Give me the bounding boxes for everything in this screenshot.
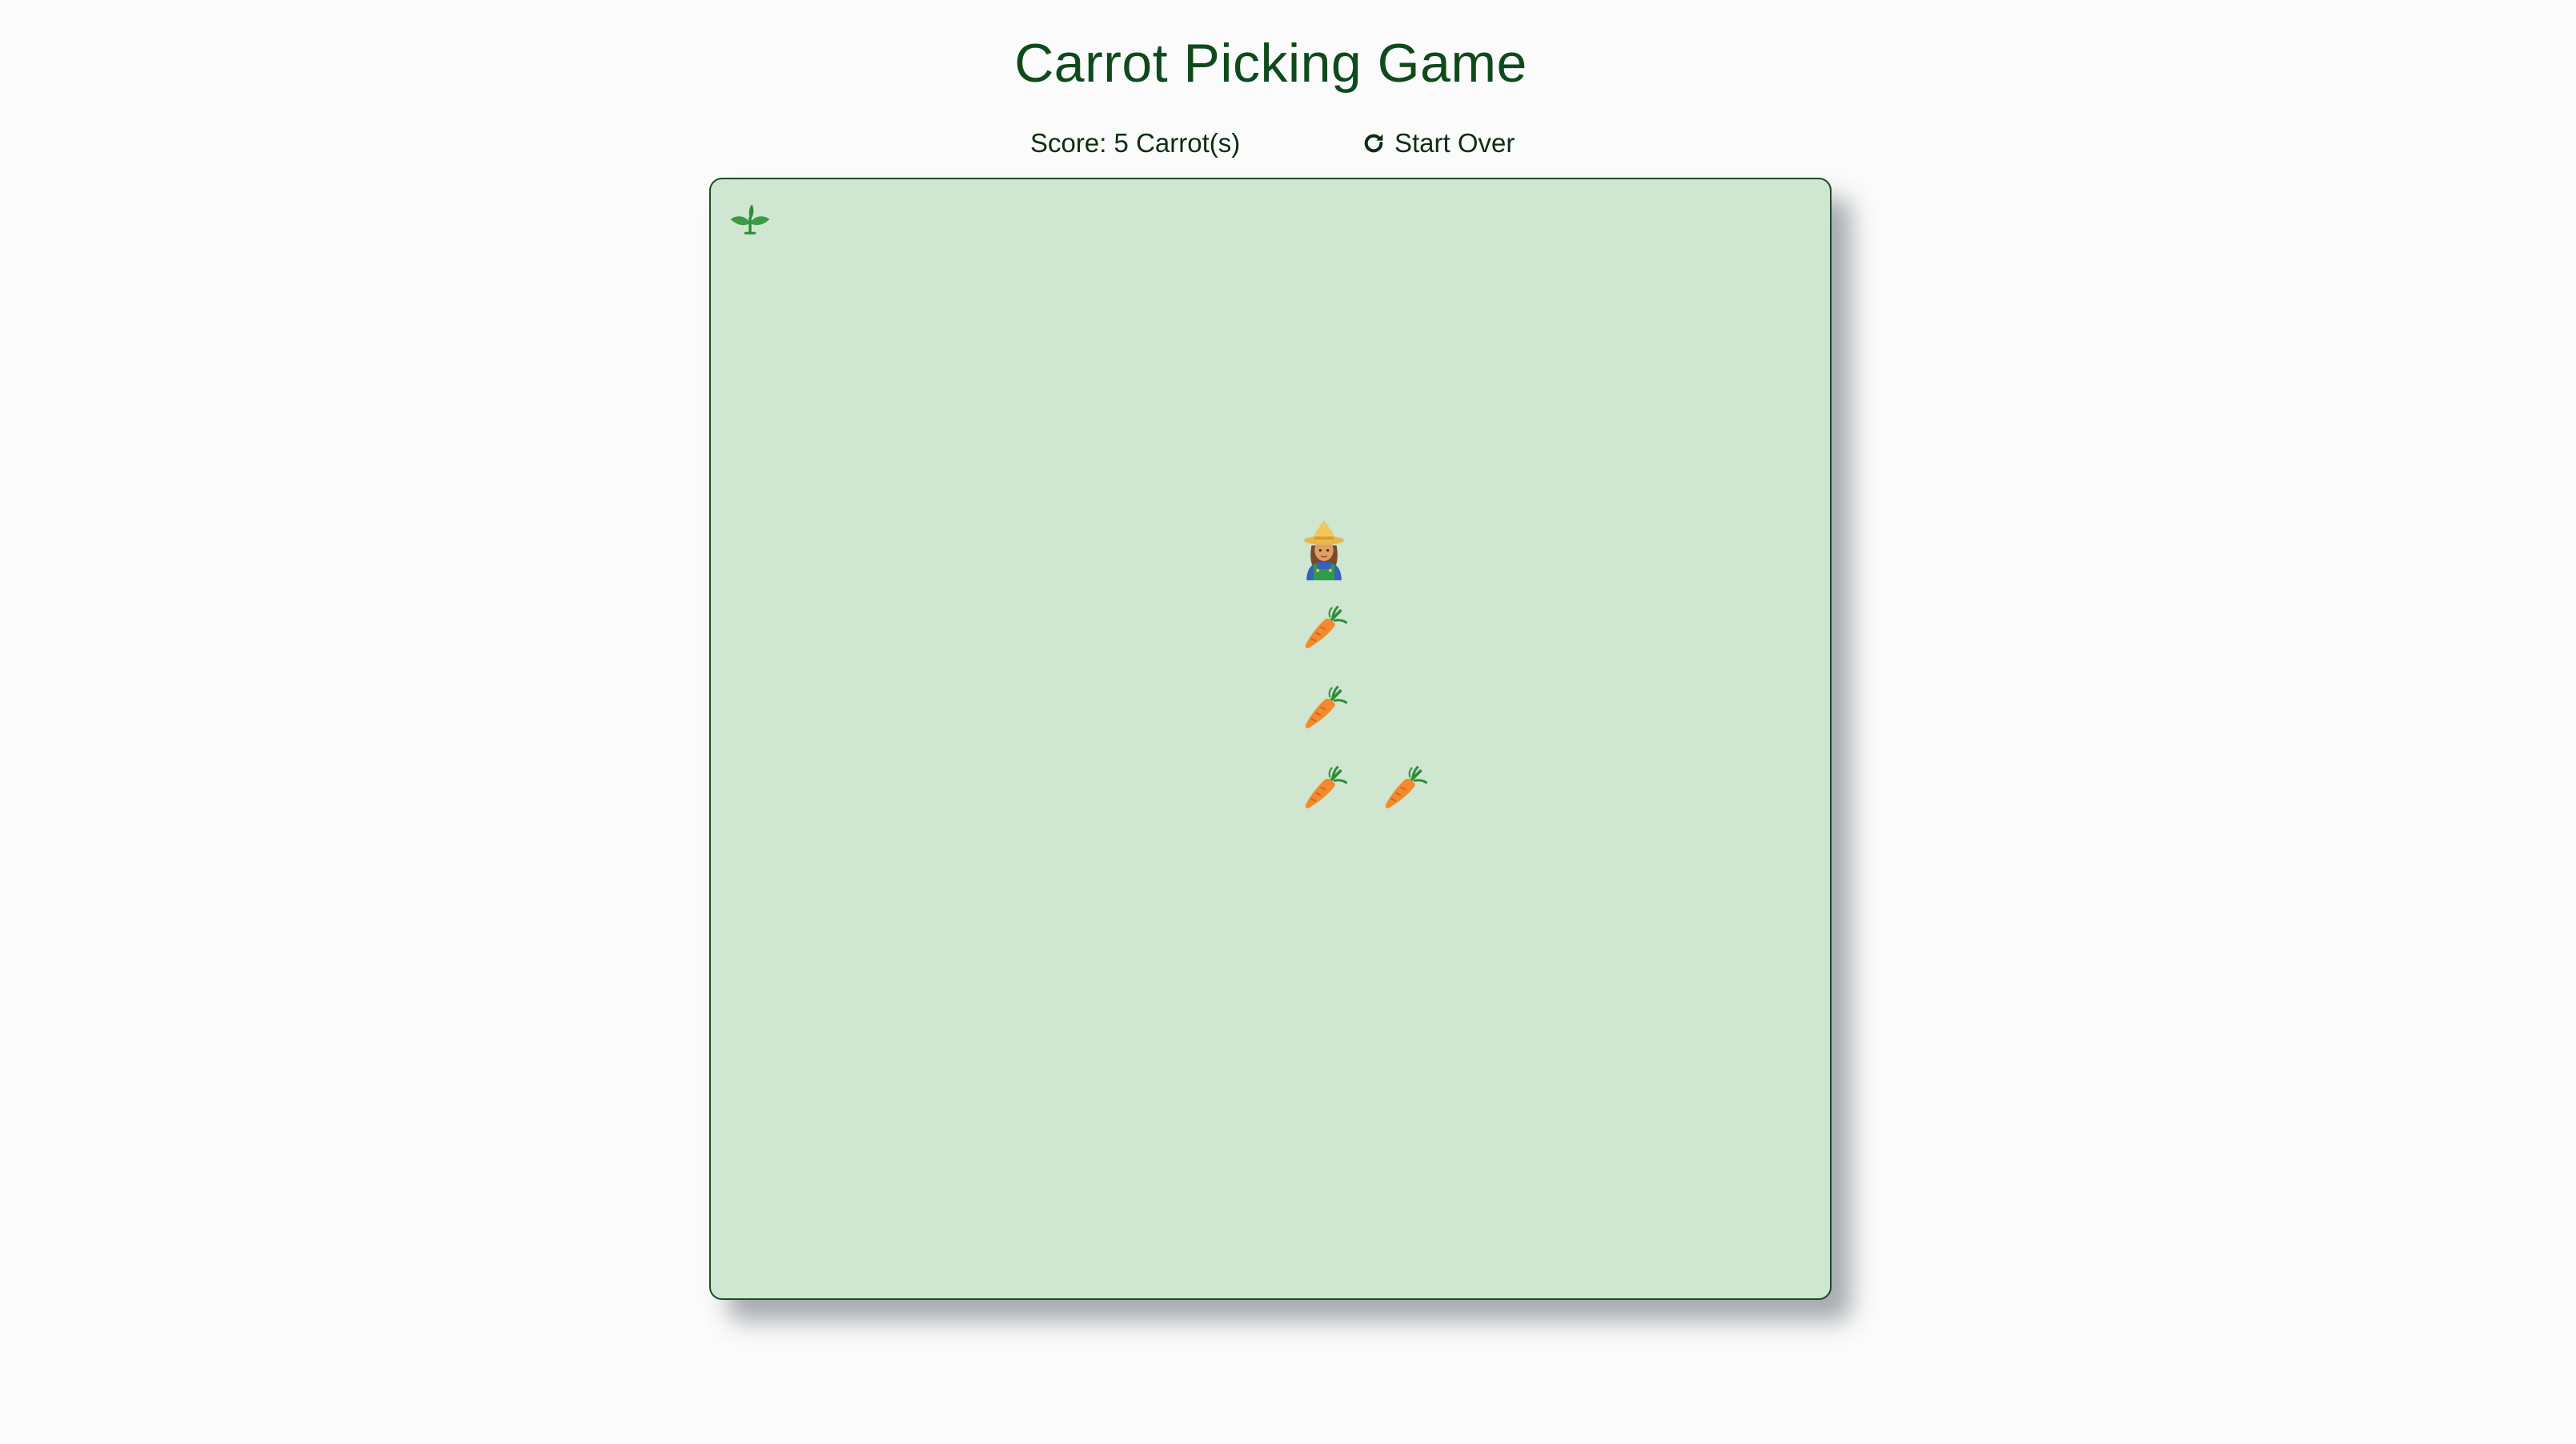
carrot-icon <box>1300 605 1348 653</box>
farmer-icon <box>1293 512 1355 586</box>
game-board[interactable] <box>709 178 1832 1300</box>
start-over-button[interactable]: Start Over <box>1361 128 1515 158</box>
game-page: Carrot Picking Game Score: 5 Carrot(s) S… <box>0 0 2576 1444</box>
sprout-icon <box>727 197 773 243</box>
carrot-icon <box>1380 765 1428 813</box>
start-over-label: Start Over <box>1394 128 1515 158</box>
carrot-icon <box>1300 685 1348 733</box>
carrot-icon <box>1300 765 1348 813</box>
refresh-icon <box>1361 130 1386 156</box>
page-title: Carrot Picking Game <box>1014 33 1527 94</box>
score-display: Score: 5 Carrot(s) <box>1030 128 1241 158</box>
